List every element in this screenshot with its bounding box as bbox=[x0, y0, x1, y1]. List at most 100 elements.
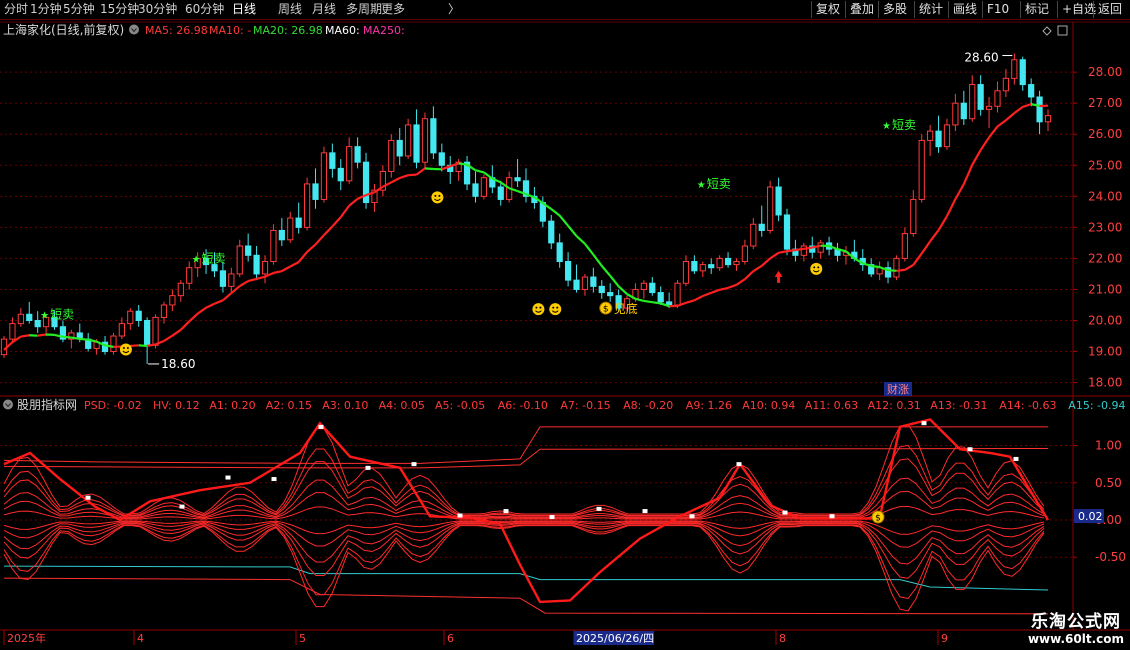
toolbar-button-0[interactable]: 复权 bbox=[811, 1, 844, 18]
xaxis-label: 9 bbox=[941, 632, 948, 645]
sell-star-icon: ★ bbox=[697, 180, 706, 191]
ma-line-segment bbox=[37, 333, 47, 337]
smiley-eye bbox=[539, 306, 542, 309]
more-arrow-icon[interactable]: 〉 bbox=[448, 2, 460, 17]
sell-star-icon: ★ bbox=[192, 254, 201, 265]
ma-line-segment bbox=[778, 250, 788, 254]
indicator-label-4: A3: 0.10 bbox=[322, 399, 368, 412]
candle-body bbox=[800, 245, 807, 256]
sell-signal-label: 短卖 bbox=[707, 177, 731, 191]
candle-body bbox=[127, 310, 134, 325]
candle-body bbox=[817, 242, 824, 253]
period-tab-8[interactable]: 月线 bbox=[312, 2, 336, 17]
period-tab-6[interactable]: 日线 bbox=[232, 2, 256, 17]
signal-marker bbox=[596, 506, 602, 511]
toolbar-button-5[interactable]: F10 bbox=[982, 1, 1013, 18]
toolbar-button-8[interactable]: 返回 bbox=[1093, 1, 1126, 18]
candle-body bbox=[994, 90, 1001, 107]
candle-body bbox=[927, 130, 934, 141]
toolbar-button-6[interactable]: 标记 bbox=[1020, 1, 1053, 18]
candle-body bbox=[598, 285, 605, 294]
candle-body bbox=[295, 217, 302, 228]
period-tab-5[interactable]: 60分钟 bbox=[185, 2, 224, 17]
toolbar-button-4[interactable]: 画线 bbox=[948, 1, 981, 18]
candle-body bbox=[767, 186, 774, 231]
main-y-tick-label: 22.00 bbox=[1088, 251, 1122, 265]
period-tab-3[interactable]: 15分钟 bbox=[100, 2, 139, 17]
indicator-label-6: A5: -0.05 bbox=[435, 399, 485, 412]
candle-body bbox=[699, 264, 706, 272]
ma-line-segment bbox=[214, 299, 224, 305]
candle-body bbox=[750, 223, 757, 247]
candle-body bbox=[303, 183, 311, 228]
indicator-line-8 bbox=[3, 522, 1045, 565]
candle-body bbox=[110, 335, 117, 353]
candle-body bbox=[1019, 59, 1026, 86]
candle-body bbox=[354, 146, 361, 163]
main-y-tick-label: 25.00 bbox=[1088, 158, 1122, 172]
toolbar-button-1[interactable]: 叠加 bbox=[845, 1, 878, 18]
smiley-eye bbox=[122, 347, 125, 350]
indicator-label-10: A9: 1.26 bbox=[686, 399, 732, 412]
ma-line-segment bbox=[197, 306, 207, 315]
ma-line-segment bbox=[945, 198, 957, 217]
ma-label-4: MA250: bbox=[363, 24, 405, 37]
ma-line-segment bbox=[971, 149, 982, 166]
toolbar-button-3[interactable]: 统计 bbox=[914, 1, 947, 18]
ma-line-segment bbox=[104, 344, 114, 348]
ma-line-segment bbox=[1013, 106, 1024, 115]
ma-line-segment bbox=[735, 278, 746, 286]
ma-line-segment bbox=[171, 328, 182, 337]
ma-line-segment bbox=[415, 167, 426, 176]
signal-marker bbox=[736, 462, 742, 467]
period-tab-1[interactable]: 1分钟 bbox=[30, 2, 62, 17]
ma-line-segment bbox=[920, 240, 932, 255]
ma-line-segment bbox=[146, 343, 156, 348]
candle-body bbox=[480, 177, 488, 197]
candle-body bbox=[590, 276, 597, 287]
main-y-tick-label: 26.00 bbox=[1088, 127, 1122, 141]
ma-line-segment bbox=[408, 173, 417, 177]
period-tab-4[interactable]: 30分钟 bbox=[138, 2, 177, 17]
signal-marker bbox=[967, 447, 973, 452]
period-tab-9[interactable]: 多周期 bbox=[346, 2, 382, 17]
square-icon[interactable] bbox=[1057, 25, 1068, 36]
candle-body bbox=[396, 139, 403, 157]
signal-marker bbox=[411, 462, 417, 467]
main-y-tick-label: 23.00 bbox=[1088, 220, 1122, 234]
ma-line-segment bbox=[247, 277, 257, 283]
diamond-icon[interactable] bbox=[1042, 26, 1052, 36]
ma-line-segment bbox=[904, 263, 914, 271]
smiley-icon bbox=[431, 191, 444, 204]
period-tab-7[interactable]: 周线 bbox=[278, 2, 302, 17]
candle-body bbox=[943, 124, 951, 148]
ma-line-segment bbox=[702, 291, 712, 298]
candle-body bbox=[413, 124, 420, 163]
sub-dropdown-icon[interactable] bbox=[3, 399, 13, 410]
period-tab-2[interactable]: 5分钟 bbox=[63, 2, 95, 17]
ma-line-segment bbox=[744, 270, 755, 281]
toolbar-button-2[interactable]: 多股 bbox=[878, 1, 911, 18]
indicator-label-8: A7: -0.15 bbox=[560, 399, 610, 412]
low-price-label: 18.60 bbox=[161, 357, 195, 371]
ma-line-segment bbox=[239, 280, 249, 287]
ma-line-segment bbox=[558, 214, 569, 227]
candle-body bbox=[34, 319, 41, 328]
candle-body bbox=[337, 167, 344, 182]
sub-y-tick-label: -0.50 bbox=[1095, 550, 1126, 564]
candle-body bbox=[430, 118, 437, 154]
candle-body bbox=[312, 183, 319, 200]
ma-line-segment bbox=[685, 299, 695, 304]
sub-y-tick-label: 1.00 bbox=[1095, 439, 1122, 453]
signal-marker bbox=[689, 514, 695, 519]
kline-chart[interactable]: 18.00 19.00 20.00 21.00 22.00 23.00 24.00 25.00… bbox=[0, 0, 1130, 650]
period-tab-0[interactable]: 分时 bbox=[4, 2, 28, 17]
ma-line-segment bbox=[727, 283, 737, 289]
period-tab-10[interactable]: 更多 bbox=[381, 2, 405, 17]
title-dropdown-icon[interactable] bbox=[129, 24, 139, 35]
ma-line-segment bbox=[458, 162, 468, 166]
indicator-label-11: A10: 0.94 bbox=[742, 399, 795, 412]
ma-line-segment bbox=[592, 254, 603, 267]
ma-line-segment bbox=[331, 216, 342, 228]
ma-line-segment bbox=[786, 248, 796, 253]
